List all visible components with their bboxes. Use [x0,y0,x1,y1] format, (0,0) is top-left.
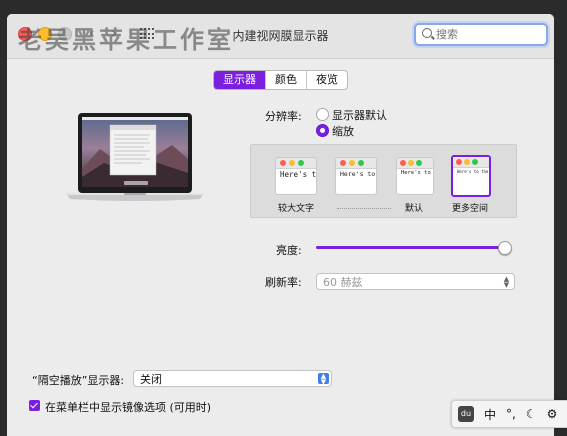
resolution-label: 分辨率: [265,110,302,123]
scale-sample-text: Here's to the crazy ones, the misfits, t… [280,170,317,179]
tab-night-shift[interactable]: 夜览 [307,71,347,89]
ime-language-toggle[interactable]: 中 [484,406,496,423]
select-arrows-icon: ▲ ▼ [503,275,510,289]
scale-sample-text: Here's to the crazy ones, the misfits, t… [340,170,376,178]
scale-sample-text: Here's to the crazy ones, the misfits, t… [401,170,431,176]
search-input[interactable] [434,26,542,43]
scale-option-1[interactable]: Here's to the crazy ones, the misfits, t… [275,157,317,195]
brightness-slider-track[interactable] [316,246,508,249]
brightness-label: 亮度: [276,244,302,257]
tab-bar: 显示器 颜色 夜览 [213,70,348,90]
resolution-scaled-label[interactable]: 缩放 [332,123,354,139]
watermark-text: 老吴黑苹果工作室 [18,26,234,54]
resolution-default-label[interactable]: 显示器默认 [332,107,387,123]
moon-icon[interactable]: ☾ [526,407,537,421]
refresh-rate-value: 60 赫兹 [323,276,363,289]
scaled-resolution-picker: Here's to the crazy ones, the misfits, t… [250,144,517,218]
refresh-rate-select[interactable]: 60 赫兹 ▲ ▼ [316,273,515,290]
gear-icon[interactable]: ⚙ [547,407,558,421]
tab-display[interactable]: 显示器 [214,71,266,89]
scale-option-default[interactable]: Here's to the crazy ones, the misfits, t… [396,157,434,195]
tab-color[interactable]: 颜色 [266,71,307,89]
brightness-slider-knob[interactable] [498,241,512,255]
scale-sample-text: Here's to the crazy ones, the misfits, t… [457,169,489,174]
resolution-default-radio[interactable] [316,108,329,121]
scale-option-2[interactable]: Here's to the crazy ones, the misfits, t… [335,157,377,195]
input-method-toolbar: du 中 °, ☾ ⚙ [451,400,567,428]
ime-punctuation-icon[interactable]: °, [506,407,516,421]
search-field[interactable] [414,23,548,46]
resolution-scaled-radio[interactable] [316,124,329,137]
search-icon [422,28,432,38]
display-preferences-window: ‹ › 内建视网膜显示器 显示器 颜色 夜览 [7,14,554,436]
scale-option-more-space[interactable]: Here's to the crazy ones, the misfits, t… [451,155,491,197]
mirror-options-label[interactable]: 在菜单栏中显示镜像选项 (可用时) [45,399,211,415]
baidu-ime-icon[interactable]: du [458,406,474,422]
airplay-label: “隔空播放”显示器: [32,374,125,387]
scale-divider [337,208,391,209]
airplay-value: 关闭 [140,373,162,386]
scale-caption-larger: 较大文字 [277,204,314,214]
scale-caption-default: 默认 [404,204,423,214]
airplay-select[interactable]: 关闭 ▲ ▼ [133,370,332,387]
mirror-options-checkbox[interactable] [29,400,40,411]
macbook-illustration [66,113,204,201]
scale-caption-more-space: 更多空间 [451,204,488,214]
refresh-rate-label: 刷新率: [265,276,302,289]
select-arrows-icon: ▲ ▼ [318,373,329,386]
